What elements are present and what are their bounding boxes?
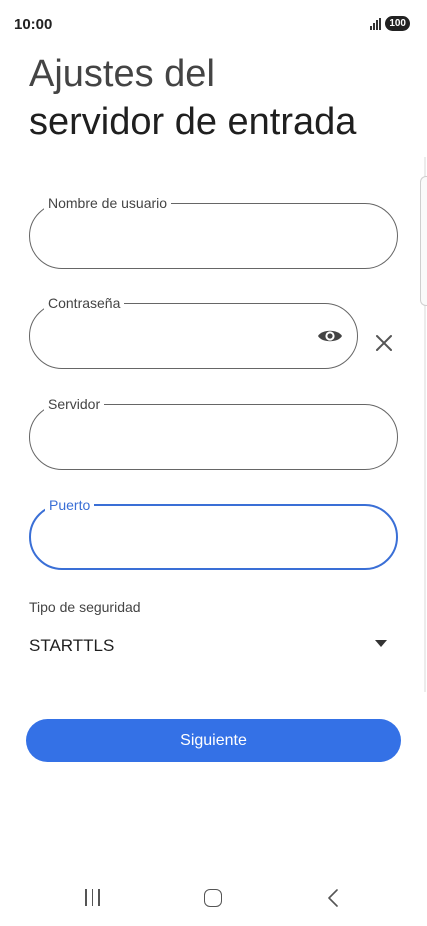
home-icon[interactable] (204, 889, 222, 907)
page-title-line1: Ajustes del (29, 53, 215, 95)
username-label: Nombre de usuario (44, 194, 172, 212)
password-input[interactable] (50, 322, 304, 352)
server-input[interactable] (50, 423, 344, 453)
port-label: Puerto (45, 496, 95, 514)
password-label: Contraseña (44, 294, 125, 312)
username-input[interactable] (50, 222, 344, 252)
server-label: Servidor (44, 395, 105, 413)
status-bar: 10:00 100 (0, 0, 427, 50)
signal-icon (370, 17, 382, 30)
status-indicators: 100 (370, 16, 410, 31)
back-icon[interactable] (326, 888, 340, 913)
next-button[interactable]: Siguiente (26, 719, 401, 762)
close-icon[interactable] (372, 331, 396, 355)
port-field[interactable]: Puerto (29, 496, 398, 570)
recent-apps-icon[interactable] (85, 889, 100, 906)
eye-icon[interactable] (315, 324, 345, 348)
battery-badge: 100 (385, 16, 410, 31)
security-type-select[interactable]: STARTTLS (29, 628, 391, 664)
security-type-value: STARTTLS (29, 636, 115, 655)
status-time: 10:00 (14, 16, 53, 33)
password-field[interactable]: Contraseña (29, 294, 358, 369)
server-field[interactable]: Servidor (29, 395, 398, 470)
port-input[interactable] (51, 524, 345, 554)
page-title: Ajustes del servidor de entrada (29, 50, 356, 146)
page-title-line2: servidor de entrada (29, 101, 357, 143)
scrollbar-thumb[interactable] (420, 176, 427, 306)
security-type-label: Tipo de seguridad (29, 599, 141, 615)
navigation-bar (0, 870, 427, 926)
dropdown-arrow-icon (375, 639, 387, 647)
username-field[interactable]: Nombre de usuario (29, 194, 398, 269)
